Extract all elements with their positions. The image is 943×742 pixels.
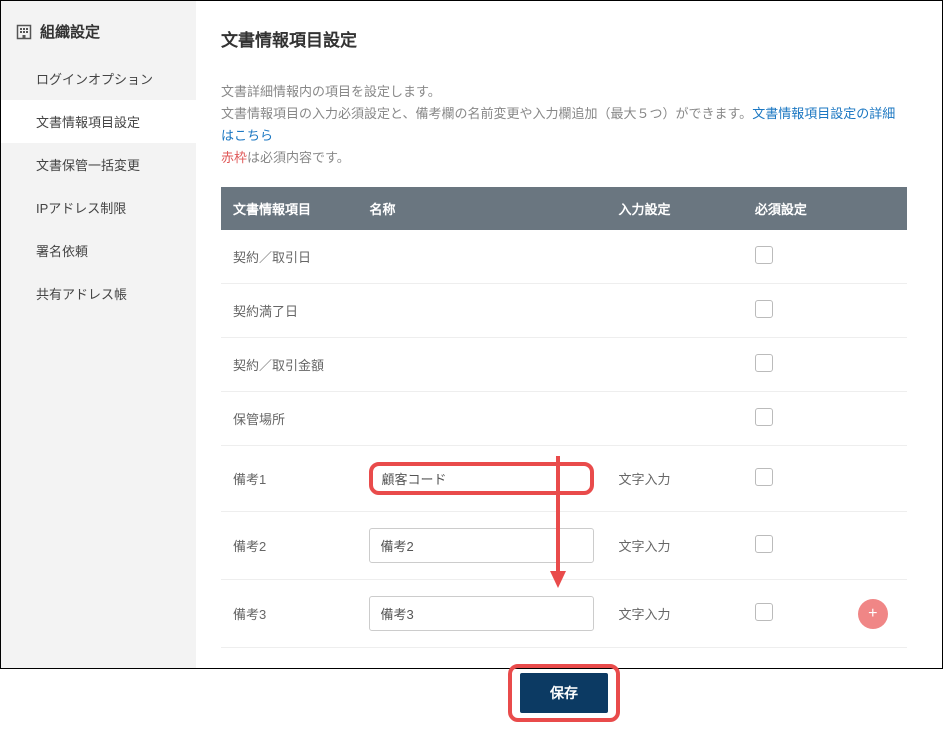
sidebar-item-5[interactable]: 共有アドレス帳 [1,272,196,315]
row-extra-cell [839,338,908,392]
table-row: 備考3 文字入力 + [221,580,907,648]
desc-red: 赤枠 [221,150,247,165]
th-input: 入力設定 [606,187,742,230]
sidebar: 組織設定 ログインオプション文書情報項目設定文書保管一括変更IPアドレス制限署名… [1,1,196,668]
row-required-cell [743,230,839,284]
sidebar-item-1[interactable]: 文書情報項目設定 [1,100,196,143]
row-required-cell [743,392,839,446]
name-input-5[interactable] [369,528,594,563]
row-item-label: 備考3 [221,580,357,648]
row-name-cell [357,338,606,392]
required-checkbox-5[interactable] [755,535,773,553]
row-input-setting: 文字入力 [606,512,742,580]
name-input-4[interactable] [369,462,594,495]
th-required: 必須設定 [743,187,839,230]
desc-line1: 文書詳細情報内の項目を設定します。 [221,84,441,99]
row-extra-cell [839,392,908,446]
row-extra-cell [839,446,908,512]
row-required-cell [743,512,839,580]
row-name-cell [357,446,606,512]
sidebar-item-4[interactable]: 署名依頼 [1,229,196,272]
table-row: 契約／取引金額 [221,338,907,392]
sidebar-item-0[interactable]: ログインオプション [1,57,196,100]
main-content: 文書情報項目設定 文書詳細情報内の項目を設定します。 文書情報項目の入力必須設定… [196,1,942,742]
row-input-setting: 文字入力 [606,446,742,512]
row-name-cell [357,230,606,284]
required-checkbox-1[interactable] [755,300,773,318]
row-item-label: 契約／取引日 [221,230,357,284]
row-item-label: 備考2 [221,512,357,580]
row-extra-cell [839,512,908,580]
save-highlight: 保存 [508,664,620,722]
table-row: 契約／取引日 [221,230,907,284]
save-button[interactable]: 保存 [520,673,608,713]
th-extra [839,187,908,230]
settings-table: 文書情報項目 名称 入力設定 必須設定 契約／取引日契約満了日契約／取引金額保管… [221,187,907,648]
sidebar-title: 組織設定 [1,16,196,57]
row-extra-cell: + [839,580,908,648]
sidebar-title-text: 組織設定 [40,21,100,42]
row-input-setting: 文字入力 [606,580,742,648]
desc-line2: 文書情報項目の入力必須設定と、備考欄の名前変更や入力欄追加（最大５つ）ができます… [221,106,752,121]
row-input-setting [606,284,742,338]
required-checkbox-6[interactable] [755,603,773,621]
th-item: 文書情報項目 [221,187,357,230]
row-item-label: 契約／取引金額 [221,338,357,392]
description: 文書詳細情報内の項目を設定します。 文書情報項目の入力必須設定と、備考欄の名前変… [221,81,907,169]
table-row: 備考1 文字入力 [221,446,907,512]
building-icon [16,24,32,40]
add-row-button[interactable]: + [858,599,888,629]
sidebar-item-2[interactable]: 文書保管一括変更 [1,143,196,186]
row-input-setting [606,392,742,446]
row-extra-cell [839,284,908,338]
row-name-cell [357,580,606,648]
required-checkbox-0[interactable] [755,246,773,264]
row-name-cell [357,512,606,580]
row-item-label: 保管場所 [221,392,357,446]
row-required-cell [743,338,839,392]
required-checkbox-4[interactable] [755,468,773,486]
row-item-label: 備考1 [221,446,357,512]
table-row: 契約満了日 [221,284,907,338]
required-checkbox-3[interactable] [755,408,773,426]
desc-rest: は必須内容です。 [247,150,350,165]
row-item-label: 契約満了日 [221,284,357,338]
row-name-cell [357,392,606,446]
name-input-6[interactable] [369,596,594,631]
row-required-cell [743,446,839,512]
th-name: 名称 [357,187,606,230]
row-name-cell [357,284,606,338]
row-extra-cell [839,230,908,284]
row-input-setting [606,230,742,284]
sidebar-item-3[interactable]: IPアドレス制限 [1,186,196,229]
row-required-cell [743,580,839,648]
required-checkbox-2[interactable] [755,354,773,372]
table-row: 備考2 文字入力 [221,512,907,580]
row-required-cell [743,284,839,338]
page-title: 文書情報項目設定 [221,26,907,51]
table-row: 保管場所 [221,392,907,446]
row-input-setting [606,338,742,392]
